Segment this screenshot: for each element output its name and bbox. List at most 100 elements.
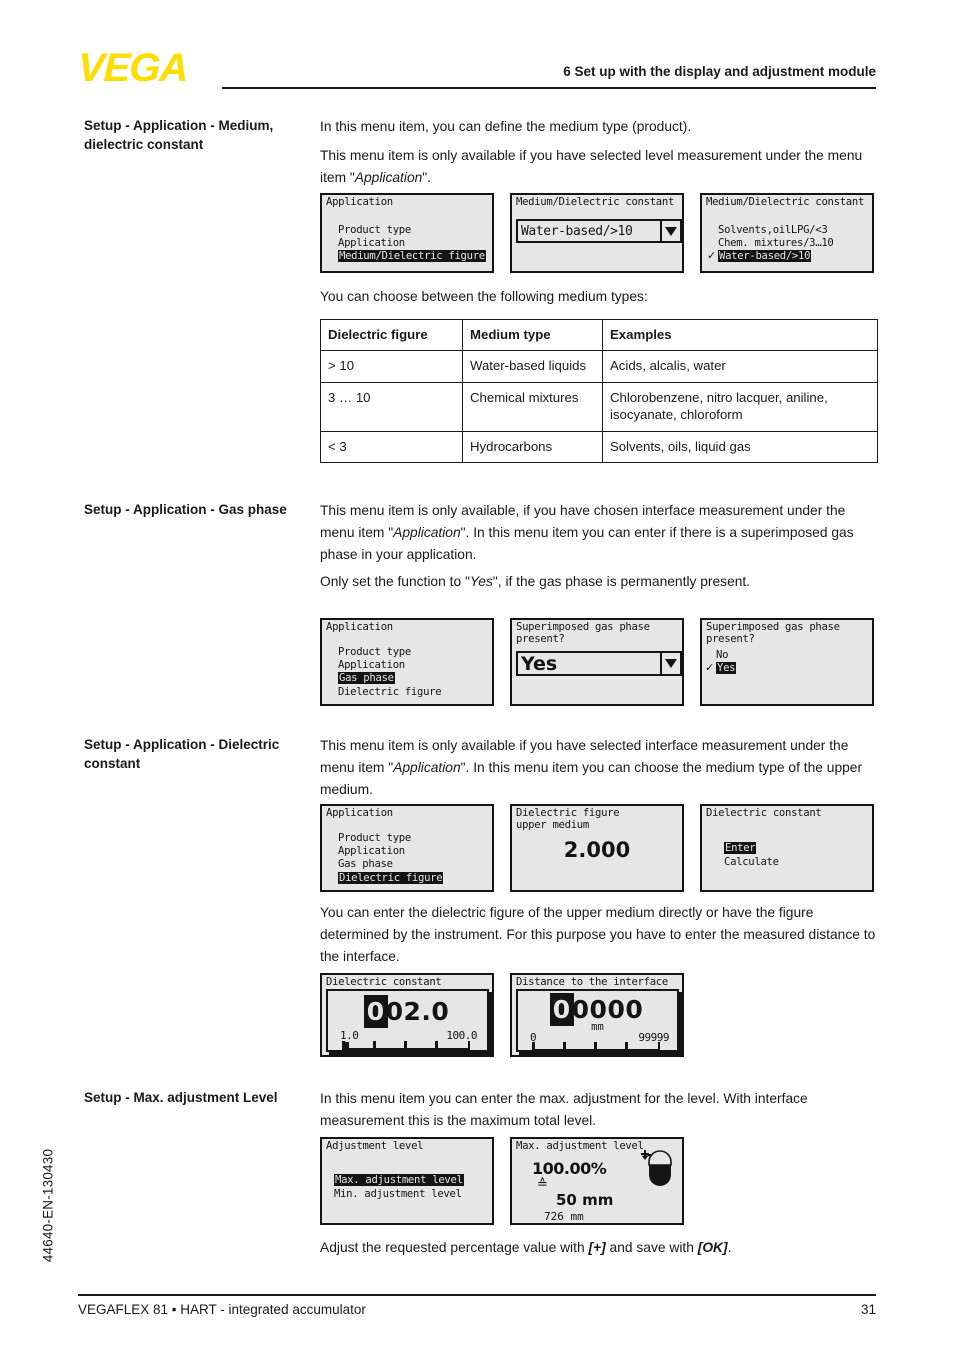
paragraph-medium-2-b: ".	[422, 169, 432, 185]
menu-ref-application: Application	[354, 169, 423, 185]
header-divider	[222, 87, 876, 89]
lcd-dielectric-constant-entry[interactable]: Dielectric constant 002.0 1.0 100.0	[320, 973, 494, 1057]
table-row: > 10 Water-based liquids Acids, alcalis,…	[320, 350, 878, 383]
col-medium-type: Medium type	[462, 318, 603, 352]
lcd-option-no[interactable]: No	[716, 649, 728, 661]
lcd-menu-item-application[interactable]: Application	[338, 845, 405, 857]
key-ok: [OK]	[697, 1240, 728, 1255]
lcd-option-water-selected[interactable]: Water-based/>10	[718, 250, 812, 262]
lcd-application-dielectric-menu[interactable]: Application Product type Application Gas…	[320, 804, 494, 892]
menu-ref-application: Application	[393, 759, 461, 775]
lcd-title-line2: present?	[516, 633, 565, 645]
lcd-gas-phase-options[interactable]: Superimposed gas phase present? No ✓ Yes	[700, 618, 874, 706]
lcd-selected-label: Dielectric figure	[338, 872, 444, 884]
lcd-dielectric-value: 2.000	[563, 838, 631, 862]
cell-dielectric-2: < 3	[320, 430, 463, 464]
lcd-title-line2: present?	[706, 633, 755, 645]
lcd-menu-item-application[interactable]: Application	[338, 237, 405, 249]
lcd-menu-item-medium-selected[interactable]: Medium/Dielectric figure	[338, 250, 486, 262]
lcd-entry-frame[interactable]: 00000 mm 0 99999	[516, 989, 679, 1052]
table-header-row: Dielectric figure Medium type Examples	[320, 318, 878, 352]
lcd-scale-ruler	[532, 1042, 660, 1051]
lcd-dielectric-figure-value[interactable]: Dielectric figure upper medium 2.000	[510, 804, 684, 892]
lcd-menu-item-dielectric-figure[interactable]: Dielectric figure	[338, 686, 442, 698]
cell-dielectric-1: 3 … 10	[320, 381, 463, 432]
lcd-number-value: 002.0	[328, 995, 487, 1028]
lcd-menu-item-gas-phase-selected[interactable]: Gas phase	[338, 672, 395, 684]
lcd-medium-dropdown[interactable]: Medium/Dielectric constant Water-based/>…	[510, 193, 684, 273]
cell-examples-2: Solvents, oils, liquid gas	[602, 430, 878, 464]
lcd-menu-item-product-type[interactable]: Product type	[338, 646, 411, 658]
lcd-dielectric-constant-menu[interactable]: Dielectric constant Enter Calculate	[700, 804, 874, 892]
lcd-medium-options[interactable]: Medium/Dielectric constant Solvents,oilL…	[700, 193, 874, 273]
paragraph-dielectric-1: This menu item is only available if you …	[320, 735, 878, 800]
lcd-title: Medium/Dielectric constant	[706, 196, 865, 208]
lcd-menu-item-gas-phase[interactable]: Gas phase	[338, 858, 393, 870]
lcd-combo-medium[interactable]: Water-based/>10	[516, 219, 682, 243]
lcd-option-min[interactable]: Min. adjustment level	[334, 1188, 462, 1200]
lcd-option-yes-selected[interactable]: Yes	[716, 662, 737, 674]
section-heading-dielectric: Setup - Application - Dielectric constan…	[84, 737, 280, 772]
table-row: < 3 Hydrocarbons Solvents, oils, liquid …	[320, 430, 878, 464]
lcd-title: Dielectric figure	[516, 807, 620, 819]
lcd-cursor-digit: 0	[549, 993, 574, 1026]
cell-medium-1: Chemical mixtures	[462, 381, 603, 432]
paragraph-max-adj-1: In this menu item you can enter the max.…	[320, 1091, 808, 1128]
paragraph-gas-2-a: Only set the function to "	[320, 574, 470, 589]
paragraph-gas-2-b: ", if the gas phase is permanently prese…	[492, 574, 751, 589]
value-ref-yes: Yes	[469, 574, 493, 589]
lcd-title: Dielectric constant	[706, 807, 822, 819]
lcd-distance-interface-entry[interactable]: Distance to the interface 00000 mm 0 999…	[510, 973, 684, 1057]
checkmark-icon: ✓	[707, 249, 717, 262]
lcd-title: Superimposed gas phase	[706, 621, 840, 633]
lcd-cursor-digit: 0	[363, 995, 388, 1028]
chevron-down-icon[interactable]	[660, 221, 680, 241]
lcd-menu-item-application[interactable]: Application	[338, 659, 405, 671]
cell-examples-0: Acids, alcalis, water	[602, 350, 878, 383]
lcd-selected-label: Enter	[724, 842, 757, 854]
triangle-glyph	[665, 226, 677, 236]
lcd-combo-gas-phase[interactable]: Yes	[516, 651, 682, 676]
vega-logo: VEGA	[77, 46, 189, 90]
lcd-title: Max. adjustment level	[516, 1140, 644, 1152]
lcd-level-value: 50 mm	[556, 1191, 614, 1209]
section-heading-medium: Setup - Application - Medium, dielectric…	[84, 118, 274, 153]
lcd-menu-item-product-type[interactable]: Product type	[338, 832, 411, 844]
key-plus: [+]	[588, 1240, 606, 1255]
lcd-option-chemical[interactable]: Chem. mixtures/3…10	[718, 237, 834, 249]
lcd-option-max-selected[interactable]: Max. adjustment level	[334, 1174, 464, 1186]
lcd-application-gas-menu[interactable]: Application Product type Application Gas…	[320, 618, 494, 706]
lcd-combo-value: Water-based/>10	[521, 223, 633, 239]
medium-types-table: Dielectric figure Medium type Examples >…	[320, 318, 878, 464]
lcd-menu-item-dielectric-selected[interactable]: Dielectric figure	[338, 872, 444, 884]
cell-examples-1: Chlorobenzene, nitro lacquer, aniline, i…	[602, 381, 878, 432]
lcd-menu-item-product-type[interactable]: Product type	[338, 224, 411, 236]
lcd-option-enter-selected[interactable]: Enter	[724, 842, 757, 854]
lcd-gas-phase-dropdown[interactable]: Superimposed gas phase present? Yes	[510, 618, 684, 706]
lcd-percent-value: 100.00%	[532, 1159, 607, 1178]
chevron-down-icon[interactable]	[660, 653, 680, 674]
paragraph-medium-2: This menu item is only available if you …	[320, 145, 878, 189]
lcd-option-solvents[interactable]: Solvents,oilLPG/<3	[718, 224, 828, 236]
col-dielectric-figure: Dielectric figure	[320, 318, 463, 352]
paragraph-medium-3: You can choose between the following med…	[320, 289, 648, 304]
lcd-title: Dielectric constant	[326, 976, 442, 988]
paragraph-max-adj-2-c: .	[727, 1240, 732, 1255]
col-examples: Examples	[602, 318, 878, 352]
lcd-title: Application	[326, 621, 393, 633]
document-code: 44640-EN-130430	[40, 1148, 56, 1263]
chapter-title: 6 Set up with the display and adjustment…	[563, 64, 876, 79]
lcd-max-adjustment-value[interactable]: Max. adjustment level 100.00% ≙ 50 mm 72…	[510, 1137, 684, 1225]
page-header: VEGA 6 Set up with the display and adjus…	[0, 0, 954, 100]
lcd-selected-label: Water-based/>10	[718, 250, 812, 262]
table-row: 3 … 10 Chemical mixtures Chlorobenzene, …	[320, 381, 878, 432]
ruler-position-marker	[342, 1042, 349, 1050]
paragraph-dielectric-2: You can enter the dielectric figure of t…	[320, 905, 876, 964]
lcd-application-medium-menu[interactable]: Application Product type Application Med…	[320, 193, 494, 273]
lcd-adjustment-level-menu[interactable]: Adjustment level Max. adjustment level M…	[320, 1137, 494, 1225]
lcd-option-calculate[interactable]: Calculate	[724, 856, 779, 868]
lcd-entry-frame[interactable]: 002.0 1.0 100.0	[326, 989, 489, 1052]
ruler-tick	[625, 1042, 628, 1051]
lcd-title: Medium/Dielectric constant	[516, 196, 675, 208]
ruler-tick	[532, 1042, 535, 1051]
